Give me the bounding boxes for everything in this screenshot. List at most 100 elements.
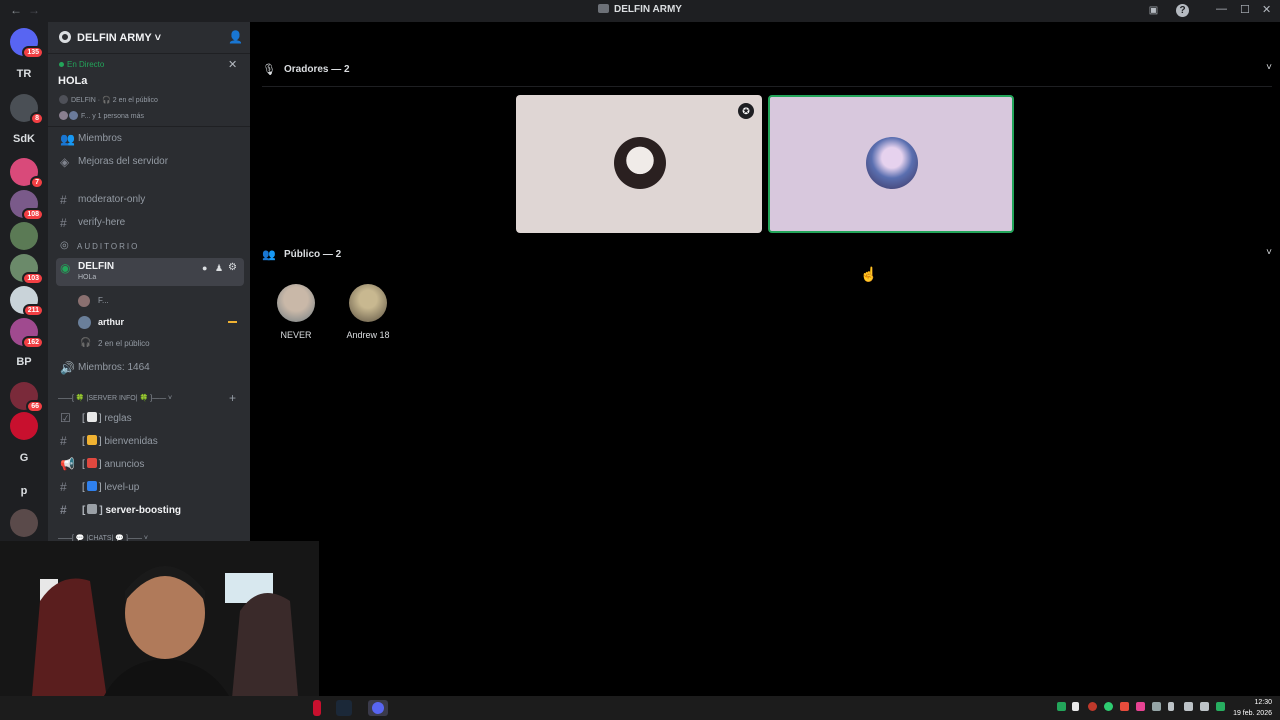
channel-level-up[interactable]: #[] level-up	[56, 477, 244, 497]
voice-members-count[interactable]: 🔊 Miembros: 1464	[56, 358, 244, 378]
server-icon[interactable]	[10, 222, 38, 250]
emoji-icon	[86, 458, 97, 468]
microphone-icon[interactable]	[1168, 702, 1174, 711]
members-link[interactable]: 👥 Miembros	[56, 129, 244, 149]
moderator-badge-icon: ✪	[738, 103, 754, 119]
server-icon[interactable]: 162	[10, 318, 44, 349]
notification-badge: 211	[22, 304, 44, 317]
speaker-tile[interactable]: ✪	[516, 95, 762, 233]
server-icon[interactable]: 211	[10, 286, 44, 317]
server-header[interactable]: DELFIN ARMY ˅ 👤	[48, 22, 250, 54]
audience-member[interactable]: NEVER	[266, 284, 326, 340]
emoji-icon	[86, 435, 97, 445]
server-name: DELFIN ARMY ˅	[77, 32, 162, 44]
stage-listeners: F... y 1 persona más	[59, 111, 144, 120]
server-icon[interactable]: BP	[10, 348, 38, 376]
channel-moderator-only[interactable]: # moderator-only	[56, 190, 244, 210]
channel-bienvenidas[interactable]: #[] bienvenidas	[56, 431, 244, 451]
server-icon[interactable]: 66	[10, 382, 44, 413]
minimize-button[interactable]: —	[1216, 3, 1227, 15]
stage-speaker[interactable]: arthur	[56, 312, 244, 332]
avatar	[614, 137, 666, 189]
megaphone-icon: 📢	[60, 457, 75, 471]
app-icon[interactable]	[313, 700, 321, 716]
channel-reglas[interactable]: ☑[] reglas	[56, 408, 244, 428]
stage-icon: ◎	[60, 240, 69, 251]
tray-icon[interactable]	[1136, 702, 1145, 711]
category-auditorio[interactable]: ◎ AUDITORIO	[60, 240, 139, 251]
category-server-info[interactable]: ——[ 🍀 |SERVER INFO| 🍀 ]—— ˅	[58, 394, 172, 402]
avatar	[349, 284, 387, 322]
avatar	[78, 295, 90, 307]
notification-badge: 162	[22, 336, 44, 349]
invite-people-icon[interactable]: 👤	[228, 30, 243, 44]
tray-icon[interactable]	[1072, 702, 1079, 711]
network-icon[interactable]	[1184, 702, 1193, 711]
tray-icon[interactable]	[1120, 702, 1129, 711]
server-icon[interactable]: p	[10, 477, 38, 505]
audience-member[interactable]: Andrew 18	[338, 284, 398, 340]
chevron-down-icon[interactable]: ˅	[1266, 247, 1272, 258]
avatar	[277, 284, 315, 322]
maximize-button[interactable]: ☐	[1240, 3, 1250, 16]
boost-icon: ◈	[60, 155, 70, 169]
server-icon[interactable]: TR	[10, 60, 38, 88]
chevron-down-icon[interactable]: ˅	[1266, 62, 1272, 73]
hash-icon: #	[60, 216, 67, 230]
gear-icon[interactable]: ⚙	[228, 262, 237, 273]
audience-header[interactable]: 👥 Público — 2 ˅	[262, 245, 1272, 265]
close-window-button[interactable]: ✕	[1262, 3, 1271, 16]
notification-badge: 66	[26, 400, 44, 413]
tray-icon[interactable]	[1104, 702, 1113, 711]
hash-icon: #	[60, 193, 67, 207]
server-icon[interactable]: SdK	[10, 125, 38, 153]
emoji-icon	[87, 504, 98, 514]
channel-server-boosting[interactable]: #[] server-boosting	[56, 500, 244, 520]
stage-channel-delfin[interactable]: ◉ DELFIN HOLa ● ♟ ⚙	[56, 258, 244, 286]
rules-icon: ☑	[60, 411, 71, 425]
server-icon[interactable]: 7	[10, 158, 44, 189]
status-indicator	[228, 321, 237, 323]
tray-icon[interactable]	[1216, 702, 1225, 711]
tray-icon[interactable]	[1088, 702, 1097, 711]
notification-badge: 103	[22, 272, 44, 285]
audience-icon: 👥	[262, 249, 276, 261]
server-icon[interactable]: G	[10, 444, 38, 472]
stage-speaker[interactable]: F...	[56, 291, 244, 311]
server-icon[interactable]: 8	[10, 94, 44, 125]
speakers-header[interactable]: 🎙 Oradores — 2 ˅	[262, 60, 1272, 80]
stage-audience-count[interactable]: 🎧 2 en el público	[56, 334, 244, 354]
notification-badge: 135	[22, 46, 44, 59]
stage-meta: DELFIN · 🎧 2 en el público	[59, 95, 158, 104]
notification-badge: 7	[30, 176, 44, 189]
server-icon[interactable]: 135	[10, 28, 44, 59]
hash-icon: #	[60, 434, 67, 448]
add-member-icon[interactable]: ♟	[215, 263, 223, 274]
server-boosts-link[interactable]: ◈ Mejoras del servidor	[56, 152, 244, 172]
live-stage-card[interactable]: En Directo ✕ HOLa DELFIN · 🎧 2 en el púb…	[48, 55, 250, 127]
discord-icon[interactable]	[368, 700, 388, 716]
stage-channel-icon: ◉	[60, 261, 71, 275]
chat-icon[interactable]: ●	[202, 263, 207, 273]
inbox-icon[interactable]: ▣	[1147, 4, 1160, 17]
server-icon[interactable]	[10, 412, 38, 440]
tray-icon[interactable]	[1152, 702, 1161, 711]
channel-verify-here[interactable]: # verify-here	[56, 213, 244, 233]
tray-icon[interactable]	[1057, 702, 1066, 711]
channel-anuncios[interactable]: 📢[] anuncios	[56, 454, 244, 474]
hash-icon: #	[60, 503, 67, 517]
members-icon: 👥	[60, 132, 75, 146]
avatar	[866, 137, 918, 189]
help-icon[interactable]: ?	[1176, 4, 1189, 17]
speaker-tile[interactable]	[768, 95, 1014, 233]
server-icon[interactable]	[10, 509, 38, 537]
emoji-icon	[86, 412, 97, 422]
steam-icon[interactable]	[336, 700, 352, 716]
volume-icon[interactable]	[1200, 702, 1209, 711]
system-clock[interactable]: 12:30 19 feb. 2026	[1228, 697, 1272, 719]
server-icon[interactable]: 103	[10, 254, 44, 285]
server-icon[interactable]: 108	[10, 190, 44, 221]
add-channel-icon[interactable]: +	[229, 391, 236, 405]
stage-topic: HOLa	[58, 75, 88, 87]
close-icon[interactable]: ✕	[228, 58, 237, 71]
